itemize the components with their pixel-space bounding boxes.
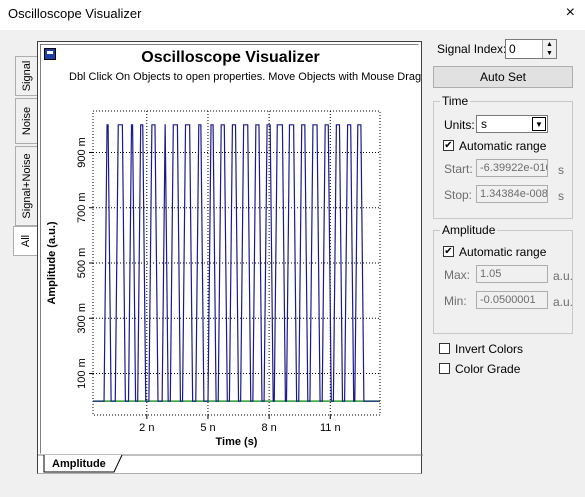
y-tick-label: 500 m: [76, 248, 88, 279]
window-title: Oscilloscope Visualizer: [8, 6, 142, 21]
tab-signal-noise[interactable]: Signal+Noise: [15, 146, 37, 226]
x-axis-label: Time (s): [216, 436, 258, 448]
start-field[interactable]: -6.39922e-010: [476, 159, 548, 177]
min-field[interactable]: -0.0500001: [476, 291, 548, 309]
signal-index-value: 0: [509, 42, 516, 56]
y-tick-label: 700 m: [76, 192, 88, 223]
invert-colors-checkbox[interactable]: [439, 343, 450, 354]
min-unit: a.u.: [553, 295, 574, 309]
start-label: Start:: [444, 162, 473, 176]
chevron-down-icon[interactable]: ▼: [532, 117, 546, 131]
tab-amplitude[interactable]: Amplitude: [44, 455, 122, 473]
y-axis-label: Amplitude (a.u.): [46, 221, 58, 304]
tab-all[interactable]: All: [13, 226, 38, 256]
start-unit: s: [558, 163, 564, 177]
tab-signal[interactable]: Signal: [15, 56, 37, 96]
spin-down-icon[interactable]: ▼: [542, 49, 556, 58]
plot-frame: Oscilloscope Visualizer Dbl Click On Obj…: [37, 41, 423, 474]
time-auto-range-label: Automatic range: [459, 139, 547, 153]
stop-field[interactable]: 1.34384e-008: [476, 185, 548, 203]
max-field[interactable]: 1.05: [476, 265, 548, 283]
max-unit: a.u.: [553, 269, 574, 283]
title-bar: Oscilloscope Visualizer ×: [0, 0, 585, 30]
tab-signal-noise-label: Signal+Noise: [20, 153, 33, 219]
units-select[interactable]: s ▼: [476, 115, 548, 133]
y-tick-label: 100 m: [76, 358, 88, 389]
close-icon[interactable]: ×: [566, 4, 575, 22]
color-grade-label: Color Grade: [455, 362, 521, 376]
x-tick-label: 11 n: [320, 422, 341, 434]
spin-up-icon[interactable]: ▲: [542, 40, 556, 49]
tab-signal-label: Signal: [20, 60, 33, 92]
tab-amplitude-label: Amplitude: [52, 458, 106, 470]
y-tick-label: 900 m: [76, 137, 88, 168]
y-tick-label: 300 m: [76, 303, 88, 334]
amplitude-group-title: Amplitude: [440, 223, 498, 237]
tab-noise[interactable]: Noise: [15, 98, 37, 144]
amp-auto-range-checkbox[interactable]: ✔: [443, 246, 454, 257]
signal-index-label: Signal Index:: [437, 42, 507, 56]
stop-label: Stop:: [444, 188, 473, 202]
x-tick-label: 2 n: [139, 422, 154, 434]
plot-canvas[interactable]: Oscilloscope Visualizer Dbl Click On Obj…: [40, 44, 421, 455]
color-grade-checkbox[interactable]: [439, 363, 450, 374]
stop-unit: s: [558, 189, 564, 203]
auto-set-button[interactable]: Auto Set: [433, 66, 573, 88]
units-label: Units:: [444, 118, 475, 132]
time-auto-range-checkbox[interactable]: ✔: [443, 140, 454, 151]
invert-colors-label: Invert Colors: [455, 342, 524, 356]
time-group-title: Time: [440, 94, 471, 108]
min-label: Min:: [444, 294, 467, 308]
x-tick-label: 8 n: [261, 422, 276, 434]
signal-index-spinner[interactable]: 0 ▲ ▼: [505, 39, 557, 59]
max-label: Max:: [444, 268, 471, 282]
x-tick-label: 5 n: [200, 422, 215, 434]
waveform-chart[interactable]: 2 n 5 n 8 n 11 n 100 m 300 m 500 m 700 m 900 m Ti…: [41, 45, 420, 455]
tab-noise-label: Noise: [20, 106, 33, 136]
units-value: s: [481, 117, 487, 131]
tab-all-label: All: [20, 234, 32, 248]
amp-auto-range-label: Automatic range: [459, 245, 547, 259]
